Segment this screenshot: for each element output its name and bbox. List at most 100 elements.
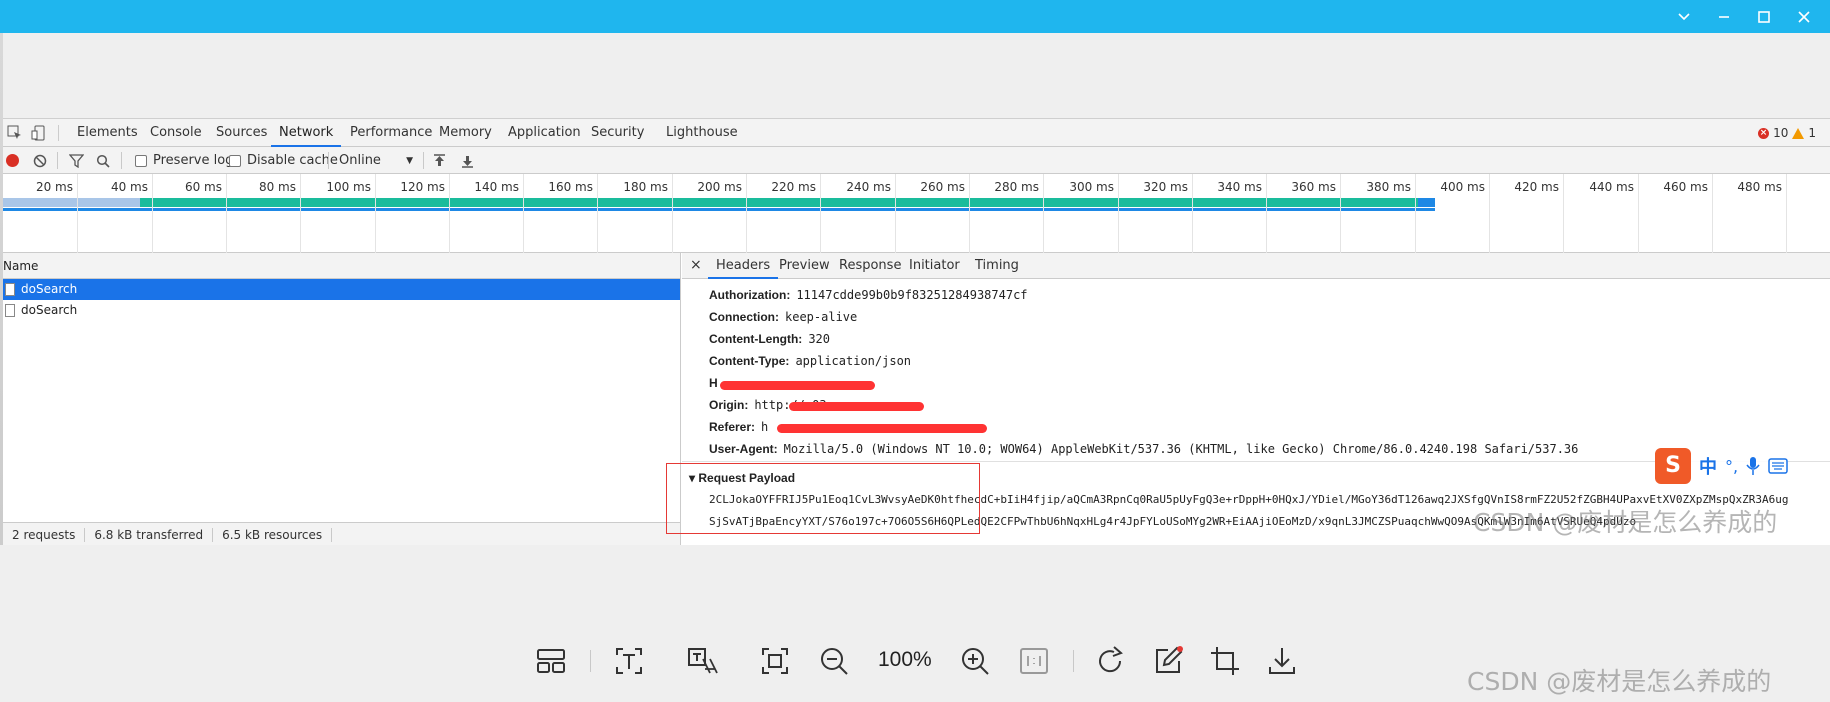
tab-headers[interactable]: Headers [708,253,779,279]
tab-security[interactable]: Security [583,119,652,147]
tab-response[interactable]: Response [831,253,909,279]
request-row[interactable]: doSearch [3,300,680,321]
transferred-size: 6.8 kB transferred [85,527,214,542]
inspect-element-icon[interactable] [7,125,23,141]
zoom-level: 100% [878,648,932,671]
error-count: 10 [1773,126,1789,140]
export-har-icon[interactable] [461,152,474,169]
header-content-length: Content-Length: 320 [709,332,830,346]
tab-performance[interactable]: Performance [342,119,440,147]
clear-icon[interactable] [33,152,47,169]
punctuation-icon[interactable]: °, [1725,457,1738,476]
ime-language[interactable]: 中 [1699,453,1717,479]
disable-cache-checkbox[interactable]: Disable cache [229,152,338,169]
tab-lighthouse[interactable]: Lighthouse [658,119,746,147]
header-user-agent: User-Agent: Mozilla/5.0 (Windows NT 10.0;… [709,442,1578,456]
divider [57,152,58,169]
request-row[interactable]: doSearch [3,279,680,300]
tab-timing[interactable]: Timing [967,253,1027,279]
minimize-icon[interactable] [1704,0,1744,33]
keyboard-icon[interactable] [1768,458,1788,474]
divider [121,152,122,169]
timeline-tick-label: 320 ms [1143,180,1188,194]
zoom-in-icon[interactable] [959,645,991,677]
ime-toolbar[interactable]: S 中 °, [1655,446,1789,486]
tab-preview[interactable]: Preview [771,253,838,279]
header-content-type: Content-Type: application/json [709,354,911,368]
record-icon[interactable] [6,152,19,169]
error-icon: × [1758,127,1770,139]
close-icon[interactable] [1784,0,1824,33]
import-har-icon[interactable] [433,152,446,169]
issue-counts[interactable]: × 10 1 [1758,126,1816,140]
edit-icon[interactable] [1152,645,1184,677]
header-value: Mozilla/5.0 (Windows NT 10.0; WOW64) App… [783,442,1579,456]
watermark-upper: CSDN @废材是怎么养成的 [1473,508,1778,537]
tab-application[interactable]: Application [500,119,589,147]
timeline-gridline [969,174,970,253]
timeline-tick-label: 240 ms [846,180,891,194]
timeline-gridline [523,174,524,253]
timeline-tick-label: 100 ms [326,180,371,194]
chevron-down-icon: ▼ [406,155,413,166]
layout-icon[interactable] [535,645,567,677]
fit-screen-icon[interactable] [759,645,791,677]
divider [1073,650,1074,672]
timeline-gridline [1192,174,1193,253]
header-value: 320 [808,332,830,346]
header-key: Connection: [709,310,779,324]
translate-icon[interactable] [686,645,718,677]
tab-console[interactable]: Console [142,119,210,147]
header-key: Content-Type: [709,354,790,368]
timeline-gridline [300,174,301,253]
timeline-gridline [1415,174,1416,253]
header-value: keep-alive [785,310,858,324]
timeline-bar-queue [3,198,140,207]
timeline-tick-label: 140 ms [474,180,519,194]
tab-elements[interactable]: Elements [69,119,146,147]
header-key: H [709,376,718,390]
zoom-out-icon[interactable] [818,645,850,677]
divider [58,125,59,141]
checkbox-icon [229,154,241,167]
tab-network[interactable]: Network [271,119,342,147]
timeline-tick-label: 160 ms [548,180,593,194]
chevron-down-icon[interactable] [1664,0,1704,33]
header-key: User-Agent: [709,442,778,456]
throttle-select[interactable]: Online ▼ [339,152,413,169]
redaction-mark [720,381,875,390]
microphone-icon[interactable] [1746,456,1760,476]
sogou-logo-icon: S [1655,448,1691,484]
timeline-tick-label: 340 ms [1217,180,1262,194]
crop-icon[interactable] [1209,645,1241,677]
actual-size-icon[interactable] [1018,645,1050,677]
tab-initiator[interactable]: Initiator [901,253,968,279]
timeline-tick-label: 60 ms [184,180,222,194]
timeline-gridline [597,174,598,253]
column-header-name[interactable]: Name [3,253,680,279]
network-timeline-overview[interactable]: 20 ms 40 ms 60 ms 80 ms 100 ms 120 ms 140 ms 16… [3,174,1830,253]
preserve-log-checkbox[interactable]: Preserve log [135,152,233,169]
tab-sources[interactable]: Sources [208,119,275,147]
timeline-gridline [746,174,747,253]
window-titlebar [0,0,1830,33]
file-icon [5,283,15,296]
rotate-icon[interactable] [1094,645,1126,677]
tab-memory[interactable]: Memory [431,119,500,147]
close-details-button[interactable]: × [690,257,702,273]
maximize-icon[interactable] [1744,0,1784,33]
requests-panel: Name doSearch doSearch 2 requests 6.8 kB… [3,253,681,546]
text-recognize-icon[interactable] [613,645,645,677]
timeline-gridline [77,174,78,253]
timeline-gridline [226,174,227,253]
header-key: Authorization: [709,288,791,302]
details-tabbar: × Headers Preview Response Initiator Tim… [682,253,1830,279]
device-toolbar-icon[interactable] [31,125,47,141]
request-name: doSearch [21,303,78,317]
filter-icon[interactable] [69,152,84,169]
timeline-tick-label: 480 ms [1737,180,1782,194]
header-connection: Connection: keep-alive [709,310,857,324]
download-icon[interactable] [1266,645,1298,677]
timeline-gridline [672,174,673,253]
search-icon[interactable] [96,152,110,169]
